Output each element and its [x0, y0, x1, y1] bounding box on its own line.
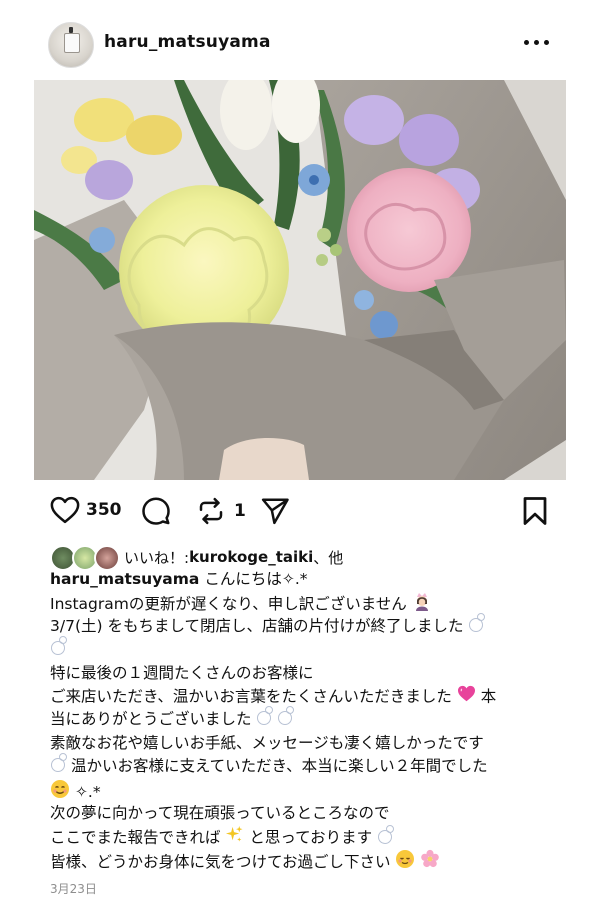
comment-icon — [142, 497, 170, 525]
caption-line: こんにちは✧.* — [204, 570, 308, 588]
caption-line: 3/7(土) をもちまして閉店し、店舗の片付けが終了しました — [50, 616, 464, 635]
send-icon — [261, 498, 289, 525]
bubbles-emoji-icon — [469, 612, 486, 632]
share-button[interactable] — [260, 496, 290, 526]
liked-by-suffix: 、他 — [313, 548, 344, 567]
caption-username[interactable]: haru_matsuyama — [50, 570, 199, 588]
bubbles-emoji-icon — [51, 753, 67, 773]
liked-by[interactable]: いいね！: kurokoge_taiki 、他 — [50, 544, 344, 571]
liked-by-user[interactable]: kurokoge_taiki — [189, 548, 313, 566]
caption-line: 皆様、どうかお身体に気をつけてお過ごし下さい — [50, 852, 391, 871]
action-bar: 350 1 — [0, 486, 600, 538]
relieved-face-emoji-icon — [395, 849, 415, 876]
caption-line: 特に最後の１週間たくさんのお客様に — [50, 663, 314, 682]
avatar[interactable] — [48, 22, 94, 68]
caption-line: Instagramの更新が遅くなり、申し訳ございません — [50, 595, 407, 614]
save-button[interactable] — [521, 496, 549, 526]
liked-by-prefix: いいね！: — [124, 548, 190, 567]
bookmark-icon — [523, 497, 547, 525]
signboard-icon — [64, 33, 80, 53]
caption-line: 本 — [480, 687, 497, 706]
like-button[interactable]: 350 — [50, 496, 122, 524]
caption-line: ✧.* — [74, 782, 101, 801]
caption-line: 当にありがとうございました — [50, 710, 252, 729]
post-image[interactable] — [34, 80, 566, 480]
caption-line: 温かいお客様に支えていただき、本当に楽しい２年間でした — [70, 757, 488, 776]
bubbles-emoji-icon — [51, 636, 67, 656]
cherry-blossom-emoji-icon — [420, 849, 440, 876]
caption: haru_matsuyama こんにちは✧.* Instagramの更新が遅くな… — [50, 568, 560, 872]
caption-line: ご来店いただき、温かいお言葉をたくさんいただきました — [50, 687, 452, 706]
heart-icon — [50, 496, 80, 524]
repost-icon — [199, 497, 223, 525]
bubbles-emoji-icon — [378, 825, 395, 844]
post-header: haru_matsuyama — [0, 0, 600, 80]
bouquet-image — [34, 80, 566, 480]
username[interactable]: haru_matsuyama — [104, 32, 271, 52]
post-date: 3月23日 — [50, 882, 97, 896]
pink-heart-emoji-icon — [457, 685, 476, 709]
bubbles-emoji-icon — [257, 706, 274, 726]
caption-line: 次の夢に向かって現在頑張っているところなので — [50, 803, 390, 822]
repost-button[interactable]: 1 — [196, 496, 246, 526]
more-dots-icon[interactable] — [522, 32, 552, 52]
sparkles-emoji-icon — [225, 825, 244, 851]
caption-line: 素敵なお花や嬉しいお手紙、メッセージも凄く嬉しかったです — [50, 733, 484, 752]
caption-line: と思っております — [249, 829, 373, 847]
caption-line: ここでまた報告できれば — [50, 829, 221, 847]
bubbles-emoji-icon — [278, 706, 295, 726]
repost-count[interactable]: 1 — [234, 501, 246, 521]
comment-button[interactable] — [141, 496, 171, 526]
liker-avatars — [50, 544, 120, 571]
like-count[interactable]: 350 — [86, 500, 122, 520]
